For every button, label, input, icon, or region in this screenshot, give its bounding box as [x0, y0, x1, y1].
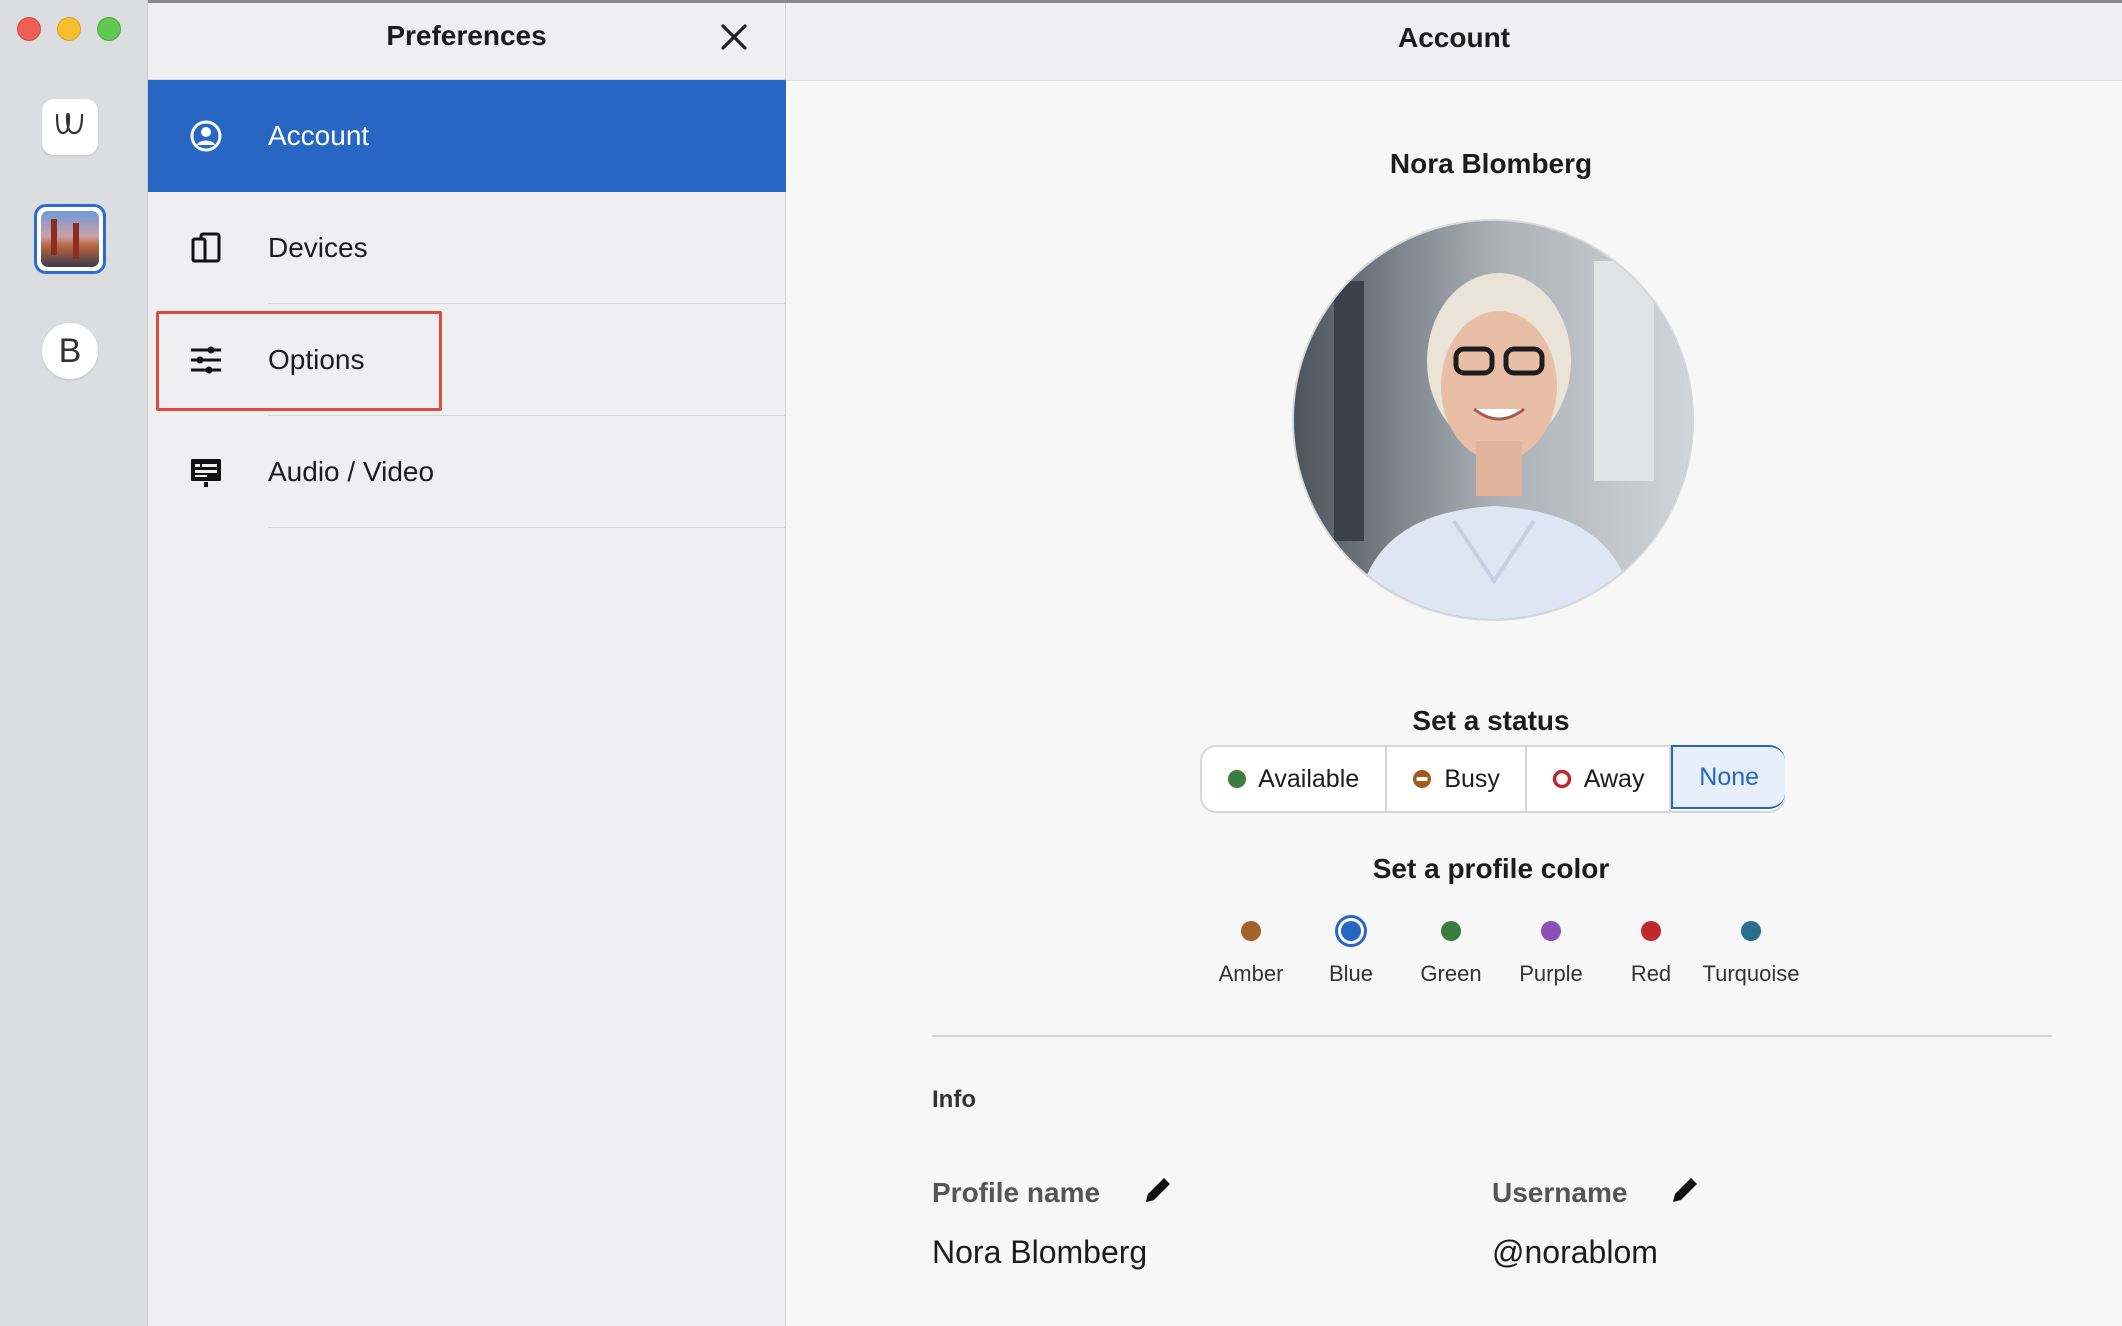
window-minimize-button[interactable]: [57, 17, 81, 41]
team-b-label: B: [58, 331, 82, 370]
status-selector: Available Busy Away None: [1200, 745, 1785, 813]
profile-color-selector: Amber Blue Green Purple Red Turquoise: [1196, 911, 1800, 991]
user-display-name: Nora Blomberg: [1389, 148, 1593, 179]
status-label: Busy: [1444, 764, 1500, 793]
status-busy-button[interactable]: Busy: [1387, 747, 1527, 811]
account-icon: [188, 118, 224, 154]
window-close-button[interactable]: [17, 17, 41, 41]
avatar-image: [1294, 221, 1692, 619]
team-photo-button[interactable]: [34, 204, 106, 274]
away-icon: [1552, 769, 1572, 789]
color-turquoise-option[interactable]: Turquoise: [1696, 911, 1806, 987]
menu-item-devices[interactable]: Devices: [148, 192, 786, 304]
info-section-label: Info: [932, 1086, 976, 1113]
red-swatch: [1641, 921, 1661, 941]
menu-item-label: Devices: [268, 232, 368, 263]
color-amber-option[interactable]: Amber: [1196, 911, 1306, 987]
status-none-button[interactable]: None: [1671, 745, 1785, 809]
edit-username-button[interactable]: [1668, 1173, 1702, 1212]
color-name: Green: [1420, 961, 1482, 986]
edit-profile-name-button[interactable]: [1141, 1173, 1175, 1212]
pencil-icon: [1145, 1178, 1170, 1202]
available-dot-icon: [1228, 770, 1247, 788]
pencil-icon: [1672, 1178, 1697, 1202]
username-value: @norablom: [1492, 1234, 1658, 1270]
color-name: Blue: [1328, 961, 1374, 986]
options-icon: [188, 342, 224, 378]
audio-video-icon: [188, 454, 224, 490]
purple-swatch: [1541, 921, 1561, 941]
preferences-header: Preferences: [148, 3, 785, 80]
menu-item-account[interactable]: Account: [148, 80, 786, 192]
menu-item-label: Account: [268, 120, 370, 151]
profile-name-value: Nora Blomberg: [932, 1234, 1148, 1270]
menu-divider: [268, 527, 786, 528]
status-label: Available: [1258, 764, 1360, 793]
avatar[interactable]: [1292, 219, 1694, 621]
preferences-panel: Preferences Account Devices Options Audi…: [148, 3, 786, 1326]
username-label: Username: [1492, 1176, 1628, 1208]
status-away-button[interactable]: Away: [1527, 747, 1672, 811]
selected-ring: [1335, 915, 1367, 947]
team-avatar-image: [41, 211, 99, 267]
menu-item-options[interactable]: Options: [148, 304, 786, 416]
wire-logo-icon: [54, 110, 86, 145]
color-blue-option[interactable]: Blue: [1296, 911, 1406, 987]
wire-app-button[interactable]: [42, 99, 98, 155]
color-name: Amber: [1218, 961, 1284, 986]
preferences-title: Preferences: [386, 20, 547, 51]
color-name: Turquoise: [1702, 961, 1800, 986]
page-title: Account: [786, 3, 2122, 81]
blue-swatch: [1341, 921, 1361, 941]
menu-item-label: Options: [268, 344, 365, 375]
amber-swatch: [1241, 921, 1261, 941]
green-swatch: [1441, 921, 1461, 941]
team-b-button[interactable]: B: [42, 323, 98, 379]
profile-name-label: Profile name: [932, 1176, 1101, 1208]
status-available-button[interactable]: Available: [1202, 747, 1388, 811]
busy-icon: [1413, 770, 1432, 788]
menu-item-label: Audio / Video: [268, 456, 435, 487]
window-zoom-button[interactable]: [97, 17, 121, 41]
close-icon: [721, 24, 747, 50]
section-divider: [932, 1035, 2052, 1037]
app-rail: B: [0, 0, 148, 1326]
close-preferences-button[interactable]: [714, 17, 754, 57]
profile-color-section-title: Set a profile color: [1372, 853, 1610, 884]
color-purple-option[interactable]: Purple: [1496, 911, 1606, 987]
turquoise-swatch: [1741, 921, 1761, 941]
username-field: Username @norablom: [1492, 1173, 1702, 1271]
status-section-title: Set a status: [1412, 705, 1570, 736]
menu-item-audio-video[interactable]: Audio / Video: [148, 416, 786, 528]
color-red-option[interactable]: Red: [1596, 911, 1706, 987]
color-name: Purple: [1519, 961, 1583, 986]
status-label: Away: [1583, 764, 1645, 793]
devices-icon: [188, 230, 224, 266]
color-name: Red: [1630, 961, 1672, 986]
status-label: None: [1699, 762, 1760, 791]
account-panel: Account Nora Blomberg Set a status Avail…: [786, 3, 2122, 1326]
color-green-option[interactable]: Green: [1396, 911, 1506, 987]
profile-name-field: Profile name Nora Blomberg: [932, 1173, 1175, 1271]
